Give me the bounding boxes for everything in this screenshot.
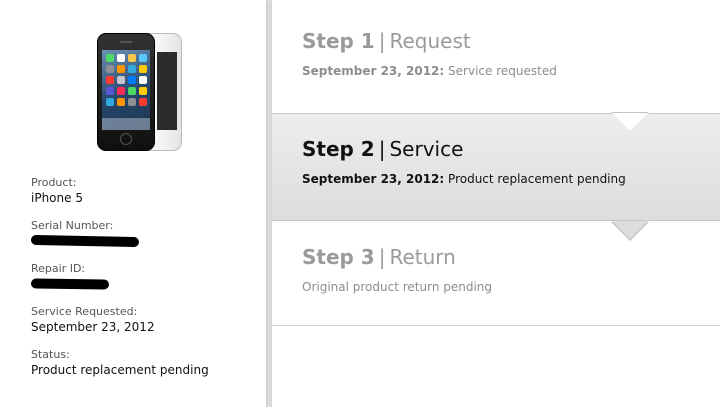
product-value: iPhone 5 bbox=[31, 191, 83, 205]
step-title: Step 2 | Service bbox=[302, 137, 720, 161]
serial-number-redaction bbox=[30, 234, 140, 248]
step-title: Step 1 | Request bbox=[302, 29, 720, 53]
step-separator: | bbox=[378, 29, 386, 53]
repair-id-row: Repair ID: bbox=[30, 262, 256, 297]
iphone-5-image bbox=[96, 32, 184, 151]
status-row: Status: Product replacement pending bbox=[31, 348, 256, 383]
black-phone-shape bbox=[97, 33, 155, 151]
repair-details: Product: iPhone 5 Serial Number: Repair … bbox=[30, 176, 256, 391]
step-number: Step 3 bbox=[302, 245, 375, 269]
service-requested-label: Service Requested: bbox=[31, 305, 138, 318]
repair-info-panel: Product: iPhone 5 Serial Number: Repair … bbox=[0, 0, 267, 407]
step-request: Step 1 | Request September 23, 2012: Servi… bbox=[272, 0, 720, 113]
step-detail: September 23, 2012: Service requested bbox=[302, 63, 720, 79]
step-detail-text: Service requested bbox=[448, 64, 557, 78]
active-step-notch-top bbox=[612, 113, 648, 131]
status-value: Product replacement pending bbox=[31, 363, 209, 377]
step-title: Step 3 | Return bbox=[302, 245, 720, 269]
status-label: Status: bbox=[31, 348, 70, 361]
step-separator: | bbox=[378, 137, 386, 161]
product-row: Product: iPhone 5 bbox=[31, 176, 256, 211]
step-detail-text: Original product return pending bbox=[302, 280, 493, 294]
service-requested-row: Service Requested: September 23, 2012 bbox=[31, 305, 256, 340]
step-name: Request bbox=[389, 29, 471, 53]
step-detail: Original product return pending bbox=[302, 279, 720, 295]
step-name: Return bbox=[389, 245, 456, 269]
repair-steps-panel: Step 1 | Request September 23, 2012: Servi… bbox=[271, 0, 720, 407]
step-name: Service bbox=[389, 137, 464, 161]
step-separator: | bbox=[378, 245, 386, 269]
step-detail: September 23, 2012: Product replacement … bbox=[302, 171, 720, 187]
serial-number-row: Serial Number: bbox=[30, 219, 256, 254]
step-number: Step 1 bbox=[302, 29, 375, 53]
step-date: September 23, 2012: bbox=[302, 172, 445, 186]
serial-number-label: Serial Number: bbox=[31, 219, 114, 232]
step-detail-text: Product replacement pending bbox=[448, 172, 626, 186]
step-service: Step 2 | Service September 23, 2012: Produ… bbox=[272, 113, 720, 221]
step-number: Step 2 bbox=[302, 137, 375, 161]
product-label: Product: bbox=[31, 176, 77, 189]
repair-id-redaction bbox=[30, 278, 110, 290]
repair-id-label: Repair ID: bbox=[31, 262, 86, 275]
home-button-icon bbox=[120, 133, 132, 145]
step-date: September 23, 2012: bbox=[302, 64, 445, 78]
service-requested-value: September 23, 2012 bbox=[31, 320, 155, 334]
step-return: Step 3 | Return Original product return pe… bbox=[272, 221, 720, 326]
